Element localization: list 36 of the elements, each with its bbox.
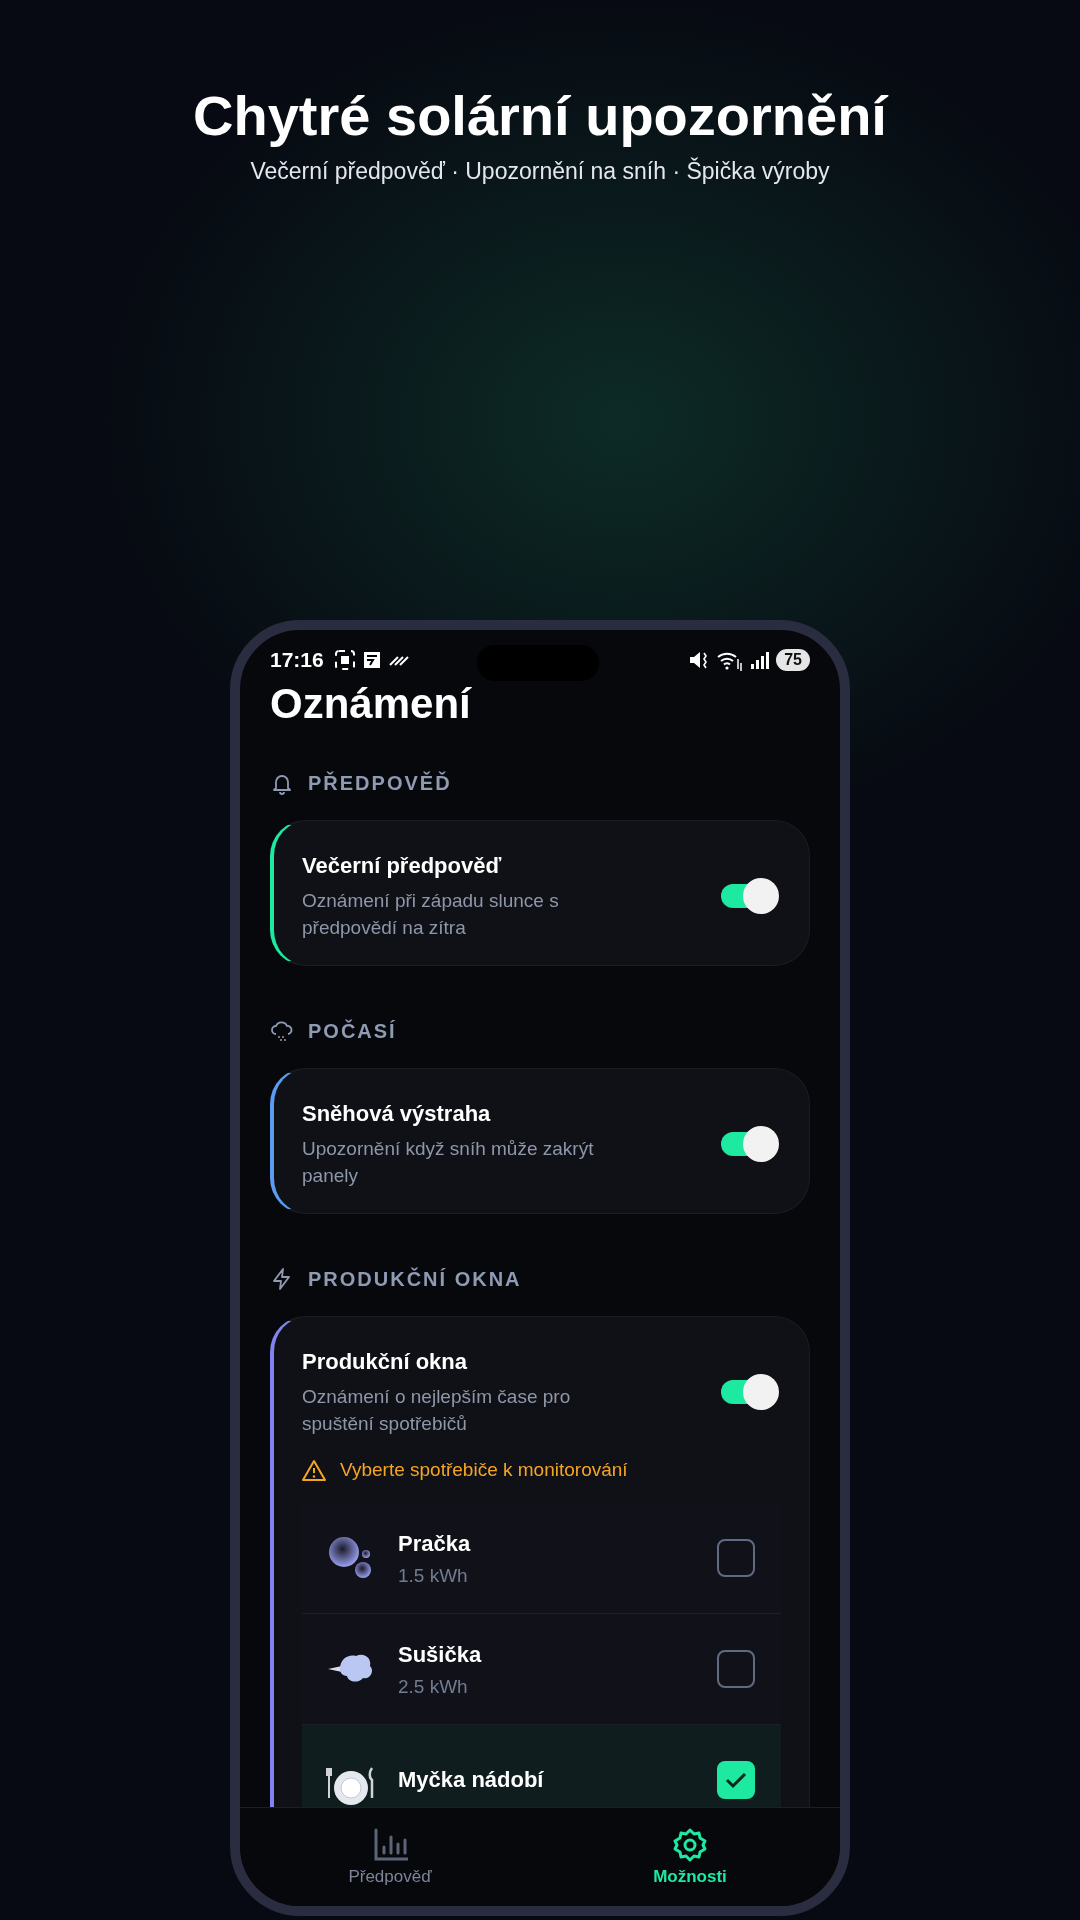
- appliance-name: Pračka: [398, 1530, 472, 1558]
- appliance-energy: 1.5 kWh: [398, 1565, 469, 1587]
- toggle-switch[interactable]: [721, 1126, 779, 1162]
- setting-title: Sněhová výstraha: [302, 1100, 492, 1128]
- toggle-switch[interactable]: [721, 878, 779, 914]
- section-label: PŘEDPOVĚĎ: [308, 771, 452, 795]
- setting-title: Večerní předpověď: [302, 852, 503, 880]
- setting-title: Produkční okna: [302, 1348, 469, 1376]
- setting-description: Oznámení při západu slunce s předpovědí na zítra: [302, 889, 560, 940]
- toggle-switch[interactable]: [721, 1374, 779, 1410]
- headline: Chytré solární upozornění: [193, 84, 887, 148]
- warning-icon: [302, 1459, 326, 1481]
- section-label: POČASÍ: [308, 1019, 397, 1043]
- appliance-name: Myčka nádobí: [398, 1766, 545, 1794]
- setting-description: Oznámení o nejlepším čase pro spuštění spotřebičů: [302, 1385, 572, 1436]
- subheadline: Večerní předpověď · Upozornění na sníh · Špička výroby: [250, 158, 830, 185]
- battery-indicator: 75: [776, 649, 810, 671]
- setting-description: Upozornění když sníh může zakrýt panely: [302, 1137, 595, 1188]
- screenshot-icon: [333, 649, 356, 671]
- app-icon: [361, 649, 382, 671]
- checkbox[interactable]: [717, 1539, 755, 1577]
- warning-text: Vyberte spotřebiče k monitorování: [340, 1459, 628, 1481]
- nav-tab[interactable]: Možnosti: [540, 1808, 840, 1906]
- status-time: 17:16: [270, 648, 324, 672]
- nav-tab[interactable]: Předpověď: [240, 1808, 540, 1906]
- signal-icon: [750, 649, 771, 671]
- appliance-name: Sušička: [398, 1641, 483, 1669]
- appliance-energy: 2.5 kWh: [398, 1676, 469, 1698]
- snow-cloud-icon: [270, 1019, 294, 1043]
- check-icon: [725, 1771, 747, 1789]
- section-label: PRODUKČNÍ OKNA: [308, 1267, 522, 1291]
- appliance-row[interactable]: Myčka nádobí: [302, 1725, 781, 1807]
- checkbox[interactable]: [717, 1650, 755, 1688]
- bar-chart-icon: [372, 1827, 408, 1863]
- settings-icon: [672, 1827, 708, 1863]
- screen-title: Oznámení: [270, 680, 473, 728]
